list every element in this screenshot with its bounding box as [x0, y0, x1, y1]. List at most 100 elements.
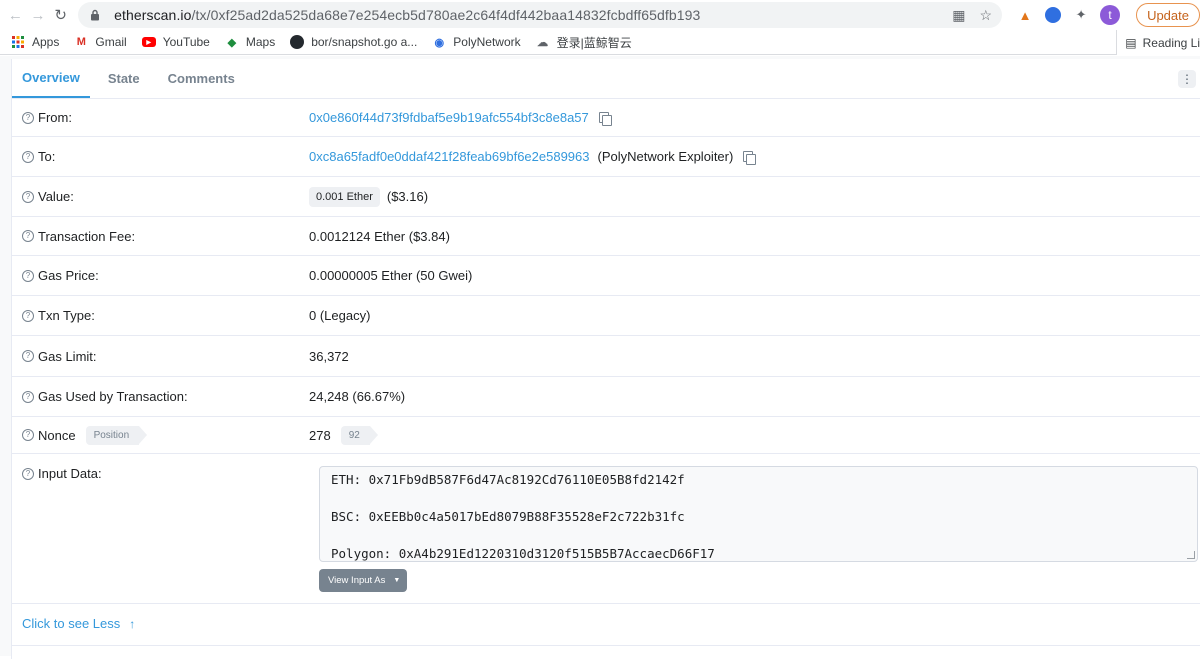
url-text[interactable]: etherscan.io/tx/0xf25ad2da525da68e7e254e…: [114, 7, 952, 23]
row-input-data: ? Input Data: ETH: 0x71Fb9dB587F6d47Ac819…: [12, 454, 1200, 604]
profile-avatar[interactable]: t: [1100, 5, 1121, 25]
reading-list-icon: ▤: [1125, 35, 1137, 50]
update-button[interactable]: Update: [1136, 3, 1200, 27]
help-icon[interactable]: ?: [22, 390, 34, 403]
github-icon: [289, 35, 305, 49]
bookmark-maps[interactable]: ◆ Maps: [224, 35, 276, 49]
row-label: Gas Price:: [38, 268, 99, 283]
help-icon[interactable]: ?: [22, 350, 34, 362]
more-options-icon[interactable]: ⋮: [1178, 70, 1196, 88]
position-value: 92: [340, 425, 378, 445]
tab-state[interactable]: State: [98, 71, 150, 98]
maps-pin-icon: ◆: [227, 36, 237, 49]
bookmark-bluking[interactable]: ☁ 登录|蓝鲸智云: [535, 34, 632, 51]
row-value: ? Value: 0.001 Ether ($3.16): [12, 177, 1200, 217]
view-input-label: View Input As: [328, 575, 386, 586]
to-address-link[interactable]: 0xc8a65fadf0e0ddaf421f28feab69bf6e2e5899…: [309, 149, 590, 164]
bookmark-label: bor/snapshot.go a...: [311, 35, 418, 49]
row-txn-type: ? Txn Type: 0 (Legacy): [12, 296, 1200, 336]
row-gas-price: ? Gas Price: 0.00000005 Ether (50 Gwei): [12, 256, 1200, 296]
reading-list[interactable]: ▤ Reading Li: [1116, 30, 1200, 55]
see-less-link[interactable]: Click to see Less ↑: [22, 616, 135, 631]
input-data-textarea[interactable]: ETH: 0x71Fb9dB587F6d47Ac8192Cd76110E05B8…: [319, 466, 1198, 562]
help-icon[interactable]: ?: [22, 111, 34, 124]
help-icon[interactable]: ?: [22, 230, 34, 242]
help-icon[interactable]: ?: [22, 150, 34, 163]
input-line: BSC: 0xEEBb0c4a5017bEd8079B88F35528eF2c7…: [331, 509, 685, 524]
row-label: Gas Used by Transaction:: [38, 389, 188, 404]
youtube-icon: ▶: [141, 35, 157, 49]
back-arrow-icon[interactable]: ←: [6, 2, 25, 28]
arrow-up-icon: ↑: [129, 616, 136, 631]
address-name-tag: (PolyNetwork Exploiter): [597, 149, 734, 164]
bookmark-polynetwork[interactable]: ◉ PolyNetwork: [431, 35, 520, 49]
view-input-as-button[interactable]: View Input As ▼: [319, 569, 407, 592]
copy-icon[interactable]: [598, 111, 612, 126]
help-icon[interactable]: ?: [22, 429, 34, 441]
bookmark-apps[interactable]: Apps: [10, 35, 59, 49]
bookmark-github[interactable]: bor/snapshot.go a...: [289, 35, 417, 49]
row-label: Gas Limit:: [38, 348, 97, 364]
usd-value: ($3.16): [386, 189, 429, 204]
row-from: ? From: 0x0e860f44d73f9fdbaf5e9b19afc554b…: [12, 99, 1200, 137]
gas-price-value: 0.00000005 Ether (50 Gwei): [309, 268, 473, 283]
gas-used-value: 24,248 (66.67%): [309, 389, 406, 404]
metamask-fox-icon[interactable]: ▲: [1016, 6, 1034, 24]
fee-value: 0.0012124 Ether ($3.84): [309, 228, 450, 244]
divider: [12, 645, 1200, 646]
row-label: Nonce: [38, 427, 76, 443]
ether-amount-badge: 0.001 Ether: [309, 186, 380, 207]
row-transaction-fee: ? Transaction Fee: 0.0012124 Ether ($3.84…: [12, 217, 1200, 256]
reload-icon[interactable]: ↻: [51, 2, 70, 28]
tab-bar: Overview State Comments ⋮: [12, 59, 1200, 99]
row-label: Transaction Fee:: [38, 228, 136, 244]
row-label: Value:: [38, 189, 74, 204]
cloud-icon: ☁: [537, 36, 549, 49]
resize-handle-icon[interactable]: [1187, 551, 1195, 559]
bookmark-label: Maps: [245, 35, 276, 49]
txn-type-value: 0 (Legacy): [309, 308, 371, 323]
polynetwork-icon: ◉: [434, 36, 445, 49]
forward-arrow-icon[interactable]: →: [29, 2, 48, 28]
bookmark-label: Apps: [32, 35, 60, 49]
bookmark-gmail[interactable]: M Gmail: [73, 35, 127, 49]
address-bar[interactable]: etherscan.io/tx/0xf25ad2da525da68e7e254e…: [78, 2, 1003, 28]
see-less-label: Click to see Less: [22, 616, 121, 631]
extension-shield-icon[interactable]: [1044, 6, 1062, 24]
gmail-icon: M: [76, 36, 86, 48]
input-line: Polygon: 0xA4b291Ed1220310d3120f515B5B7A…: [331, 546, 715, 561]
bookmark-label: PolyNetwork: [453, 35, 521, 49]
qr-code-icon[interactable]: ▦: [952, 7, 965, 24]
row-gas-used: ? Gas Used by Transaction: 24,248 (66.67%…: [12, 377, 1200, 417]
gas-limit-value: 36,372: [309, 348, 349, 364]
bookmark-label: 登录|蓝鲸智云: [556, 35, 632, 50]
bookmark-label: YouTube: [162, 35, 210, 49]
row-label: From:: [38, 110, 72, 125]
position-tag: Position: [85, 425, 147, 445]
apps-grid-icon: [10, 35, 26, 49]
nonce-value: 278: [309, 427, 331, 443]
caret-down-icon: ▼: [393, 577, 401, 584]
help-icon[interactable]: ?: [22, 269, 34, 282]
transaction-card: Overview State Comments ⋮ ? From: 0x0e860…: [11, 59, 1200, 659]
help-icon[interactable]: ?: [22, 190, 34, 203]
from-address-link[interactable]: 0x0e860f44d73f9fdbaf5e9b19afc554bf3c8e8a…: [309, 110, 589, 125]
bookmark-label: Gmail: [95, 35, 127, 49]
bookmark-star-icon[interactable]: ☆: [980, 7, 993, 24]
puzzle-extensions-icon[interactable]: ✦: [1072, 6, 1090, 24]
help-icon[interactable]: ?: [22, 467, 34, 480]
lock-icon: [88, 8, 102, 22]
row-label: To:: [38, 149, 56, 164]
row-to: ? To: 0xc8a65fadf0e0ddaf421f28feab69bf6e2…: [12, 137, 1200, 177]
page-background: Overview State Comments ⋮ ? From: 0x0e860…: [0, 56, 1200, 659]
bookmark-youtube[interactable]: ▶ YouTube: [141, 35, 210, 49]
browser-toolbar: ← → ↻ etherscan.io/tx/0xf25ad2da525da68e…: [0, 0, 1200, 30]
help-icon[interactable]: ?: [22, 309, 34, 322]
copy-icon[interactable]: [743, 150, 757, 165]
input-line: ETH: 0x71Fb9dB587F6d47Ac8192Cd76110E05B8…: [331, 472, 685, 487]
tab-comments[interactable]: Comments: [158, 71, 245, 98]
reading-list-label: Reading Li: [1142, 35, 1200, 50]
row-gas-limit: ? Gas Limit: 36,372: [12, 336, 1200, 377]
row-label: Txn Type:: [38, 308, 95, 323]
tab-overview[interactable]: Overview: [12, 70, 90, 98]
